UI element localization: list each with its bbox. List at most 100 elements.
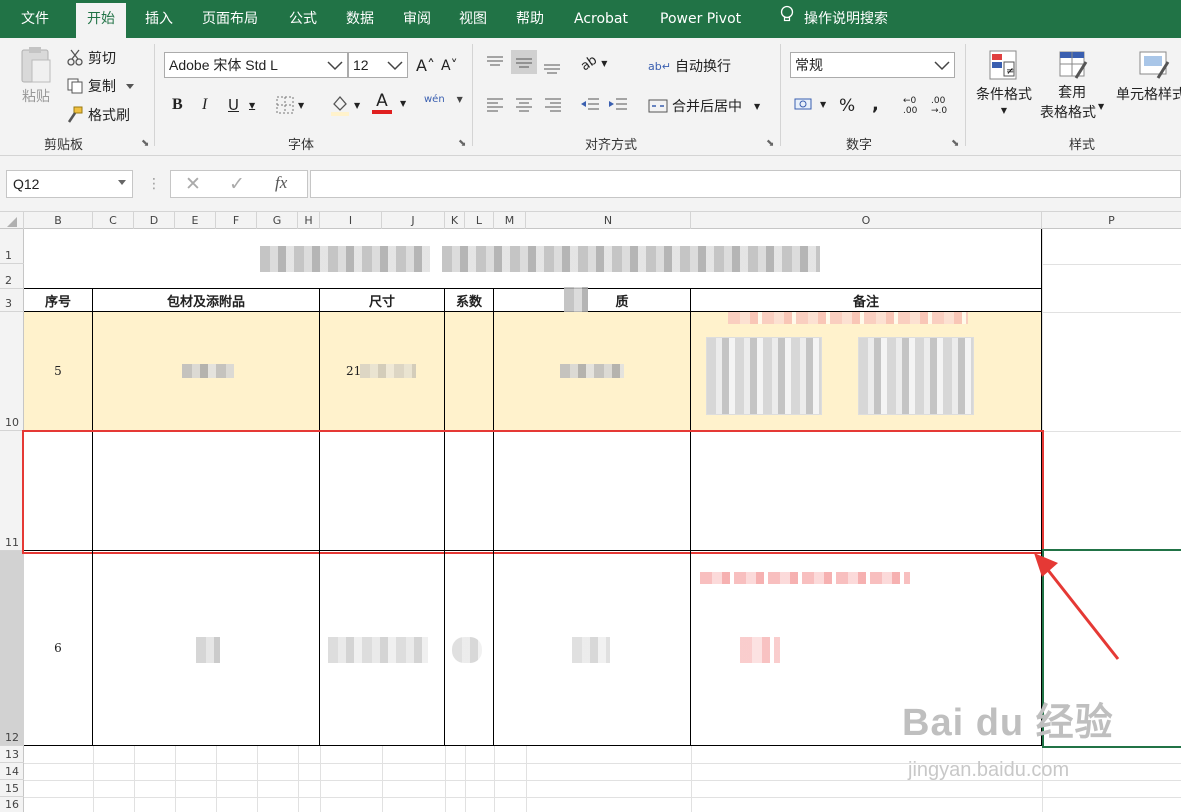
cell-b12[interactable]: 6 — [24, 551, 93, 746]
align-center-button[interactable] — [515, 96, 533, 112]
font-size-select[interactable]: 12 — [348, 52, 408, 78]
tab-data[interactable]: 数据 — [335, 0, 385, 38]
tab-page-layout[interactable]: 页面布局 — [191, 0, 269, 38]
borders-button[interactable]: ▼ — [276, 96, 304, 114]
copy-button[interactable]: 复制 — [66, 76, 134, 96]
font-color-button[interactable]: A ▼ — [372, 92, 406, 114]
dialog-launcher-icon[interactable]: ⬊ — [951, 138, 959, 149]
column-header-g[interactable]: G — [257, 212, 298, 229]
italic-button[interactable]: I — [202, 96, 207, 114]
tab-formulas[interactable]: 公式 — [278, 0, 328, 38]
merge-center-button[interactable]: 合并后居中 ▼ — [648, 96, 760, 116]
column-header-i[interactable]: I — [320, 212, 382, 229]
cell-k10[interactable] — [445, 312, 494, 431]
align-top-button[interactable] — [486, 54, 504, 70]
blurred-cell-text — [182, 364, 234, 378]
column-header-b[interactable]: B — [24, 212, 93, 229]
tab-help[interactable]: 帮助 — [505, 0, 555, 38]
increase-indent-button[interactable] — [608, 96, 628, 112]
row-header-12[interactable]: 12 — [0, 551, 24, 746]
column-header-d[interactable]: D — [134, 212, 175, 229]
embedded-image-thumbnail[interactable] — [858, 337, 974, 415]
accounting-format-button[interactable]: ▼ — [794, 96, 826, 112]
tab-file[interactable]: 文件 — [10, 0, 60, 38]
font-name-select[interactable]: Adobe 宋体 Std L — [164, 52, 348, 78]
cancel-entry-icon[interactable]: ✕ — [185, 173, 201, 195]
row-header-1[interactable]: 1 — [0, 229, 24, 264]
phonetic-guide-button[interactable]: wén ▼ — [424, 94, 463, 105]
confirm-entry-icon[interactable]: ✓ — [229, 173, 245, 195]
column-header-j[interactable]: J — [382, 212, 445, 229]
row-number: 10 — [5, 416, 19, 429]
cell-styles-button[interactable]: 单元格样式 — [1116, 48, 1181, 104]
header-quality[interactable]: 质 — [494, 289, 691, 312]
comma-style-button[interactable]: , — [872, 94, 879, 115]
header-seq[interactable]: 序号 — [24, 289, 93, 312]
blurred-cell-text — [452, 637, 482, 663]
tab-view[interactable]: 视图 — [448, 0, 498, 38]
column-header-l[interactable]: L — [465, 212, 494, 229]
decrease-decimal-button[interactable]: .00 →.0 — [931, 96, 947, 116]
svg-text:≠: ≠ — [1006, 66, 1014, 77]
column-header-h[interactable]: H — [298, 212, 320, 229]
column-header-o[interactable]: O — [691, 212, 1042, 229]
increase-decimal-button[interactable]: ←0.00 — [903, 96, 917, 116]
align-left-button[interactable] — [486, 96, 504, 112]
row-header-15[interactable]: 15 — [0, 780, 24, 797]
dialog-launcher-icon[interactable]: ⬊ — [141, 138, 149, 149]
orientation-button[interactable]: ab ▼ — [578, 53, 607, 75]
bold-button[interactable]: B — [172, 96, 183, 114]
column-header-c[interactable]: C — [93, 212, 134, 229]
select-all-corner[interactable] — [0, 212, 24, 229]
row-header-13[interactable]: 13 — [0, 746, 24, 763]
dialog-launcher-icon[interactable]: ⬊ — [458, 138, 466, 149]
tab-review[interactable]: 审阅 — [392, 0, 442, 38]
row-header-2[interactable]: 2 — [0, 264, 24, 289]
name-box-value: Q12 — [13, 176, 40, 192]
tell-me-search[interactable]: 操作说明搜索 — [780, 0, 888, 38]
formula-input[interactable] — [310, 170, 1181, 198]
row-header-3[interactable]: 3 — [0, 289, 24, 312]
increase-font-size-button[interactable]: A˄ — [416, 56, 435, 75]
column-header-m[interactable]: M — [494, 212, 526, 229]
paste-button[interactable]: 粘贴 — [18, 46, 54, 106]
decrease-indent-button[interactable] — [580, 96, 600, 112]
row-header-16[interactable]: 16 — [0, 797, 24, 812]
underline-button[interactable]: U ▼ — [228, 96, 255, 114]
align-bottom-button[interactable] — [543, 58, 561, 74]
dialog-launcher-icon[interactable]: ⬊ — [766, 138, 774, 149]
tab-insert[interactable]: 插入 — [134, 0, 184, 38]
header-size[interactable]: 尺寸 — [320, 289, 445, 312]
cell-b10[interactable]: 5 — [24, 312, 93, 431]
format-as-table-button[interactable]: 套用 表格格式 ▼ — [1040, 48, 1104, 122]
column-header-k[interactable]: K — [445, 212, 465, 229]
cut-button[interactable]: 剪切 — [66, 48, 116, 68]
row-header-11[interactable]: 11 — [0, 431, 24, 551]
insert-function-icon[interactable]: fx — [275, 173, 287, 193]
conditional-formatting-button[interactable]: ≠ 条件格式 ▼ — [976, 48, 1032, 115]
format-painter-button[interactable]: 格式刷 — [66, 105, 130, 125]
header-remark[interactable]: 备注 — [691, 289, 1042, 312]
column-header-p[interactable]: P — [1042, 212, 1181, 229]
number-format-select[interactable]: 常规 — [790, 52, 955, 78]
fill-color-button[interactable]: ▼ — [330, 94, 360, 116]
tab-acrobat[interactable]: Acrobat — [563, 0, 639, 38]
column-header-n[interactable]: N — [526, 212, 691, 229]
header-material[interactable]: 包材及添附品 — [93, 289, 320, 312]
tab-home[interactable]: 开始 — [76, 0, 126, 38]
row-header-14[interactable]: 14 — [0, 763, 24, 780]
header-coefficient[interactable]: 系数 — [445, 289, 494, 312]
name-box[interactable]: Q12 — [6, 170, 133, 198]
percent-style-button[interactable]: % — [839, 96, 855, 116]
column-header-e[interactable]: E — [175, 212, 216, 229]
decrease-font-size-button[interactable]: A˅ — [441, 58, 458, 74]
align-right-button[interactable] — [544, 96, 562, 112]
align-middle-button[interactable] — [511, 50, 537, 74]
embedded-image-thumbnail[interactable] — [706, 337, 822, 415]
wrap-text-button[interactable]: ab↵ 自动换行 — [648, 56, 731, 76]
column-header-f[interactable]: F — [216, 212, 257, 229]
row-header-10[interactable]: 10 — [0, 312, 24, 431]
worksheet-grid[interactable]: 序号 包材及添附品 尺寸 系数 质 备注 5 21 6 Bai du 经验 ji… — [22, 229, 1181, 812]
tab-power-pivot[interactable]: Power Pivot — [649, 0, 752, 38]
align-center-icon — [515, 96, 533, 112]
